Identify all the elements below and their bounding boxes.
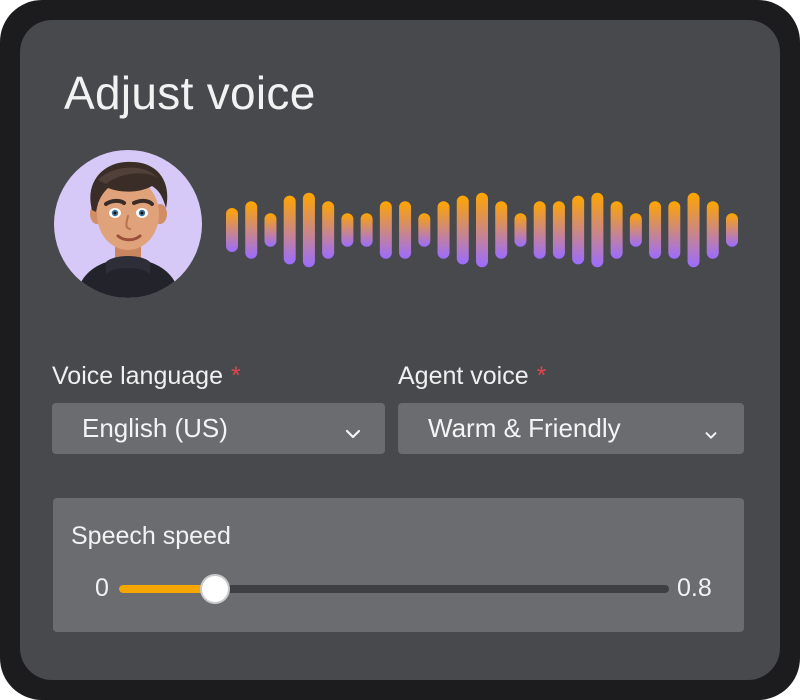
waveform-bar <box>399 201 412 259</box>
waveform-bar <box>360 213 373 247</box>
waveform-bar <box>418 213 431 247</box>
waveform-bar <box>379 201 392 259</box>
waveform-bar <box>649 201 662 259</box>
waveform-bar <box>706 201 719 259</box>
waveform-bar <box>322 201 335 259</box>
slider-fill <box>119 585 216 593</box>
waveform-bar <box>610 201 623 259</box>
voice-language-value: English (US) <box>82 413 228 443</box>
required-mark: * <box>230 362 241 390</box>
agent-voice-value: Warm & Friendly <box>428 413 621 443</box>
waveform-bar <box>629 213 642 247</box>
speech-speed-min: 0 <box>95 574 109 602</box>
voice-language-label: Voice language * <box>52 362 241 390</box>
waveform-bar <box>572 195 585 265</box>
waveform-bar <box>302 192 315 268</box>
chevron-down-icon <box>344 419 362 450</box>
speech-speed-label: Speech speed <box>71 522 231 550</box>
voice-language-select[interactable]: English (US) <box>52 403 385 454</box>
agent-voice-select[interactable]: Warm & Friendly <box>398 403 744 454</box>
waveform-bar <box>514 213 527 247</box>
page-title: Adjust voice <box>64 67 316 119</box>
waveform-bar <box>226 208 238 252</box>
waveform-bar <box>245 201 258 259</box>
waveform-bar <box>552 201 565 259</box>
required-mark: * <box>536 362 547 390</box>
slider-thumb[interactable] <box>202 576 229 602</box>
waveform-bar <box>533 201 546 259</box>
speech-speed-max: 0.8 <box>677 574 712 602</box>
waveform-bar <box>726 213 738 247</box>
waveform-bar <box>456 195 469 265</box>
speech-speed-panel: Speech speed 0 0.8 <box>53 498 744 632</box>
speech-speed-slider[interactable] <box>119 576 669 602</box>
waveform-bar <box>264 213 277 247</box>
waveform-bar <box>687 192 700 268</box>
voice-waveform <box>226 192 738 268</box>
waveform-bar <box>437 201 450 259</box>
waveform-bar <box>341 213 354 247</box>
chevron-down-icon <box>703 419 719 450</box>
waveform-bar <box>283 195 296 265</box>
waveform-bar <box>591 192 604 268</box>
agent-voice-label: Agent voice * <box>398 362 547 390</box>
person-avatar-icon <box>54 150 202 298</box>
waveform-bar <box>495 201 508 259</box>
waveform-bar <box>668 201 681 259</box>
waveform-bar <box>476 192 488 268</box>
